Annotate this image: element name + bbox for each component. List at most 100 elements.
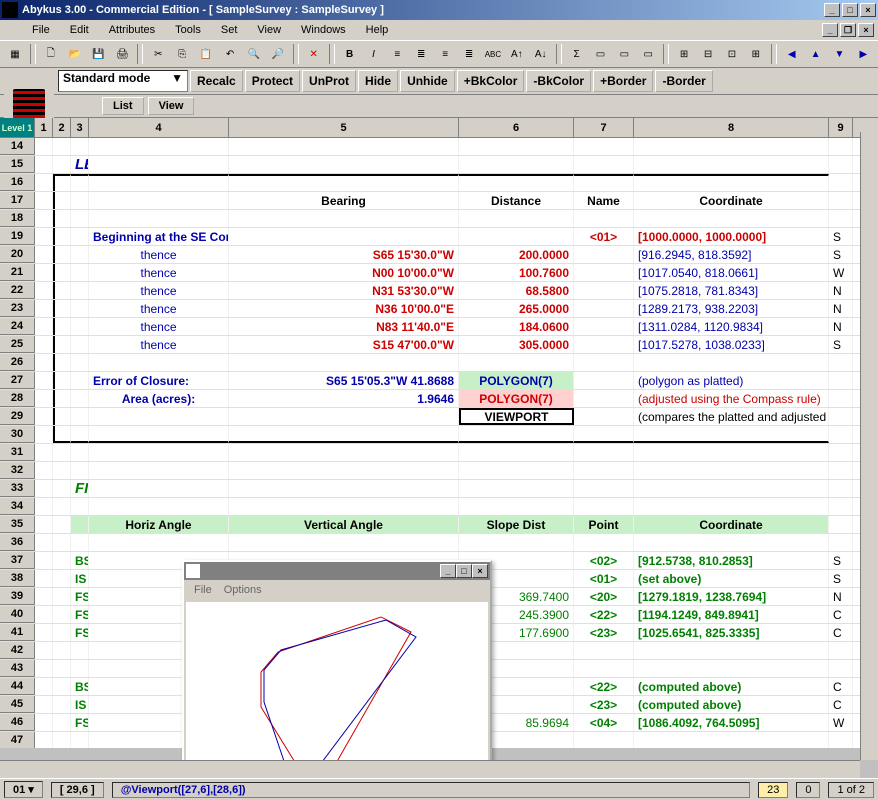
paste-icon[interactable]: 📋 xyxy=(195,43,217,65)
closure-value[interactable]: S65 15'05.3"W 41.8688 xyxy=(229,372,459,389)
cell[interactable] xyxy=(229,534,459,551)
horizontal-scrollbar[interactable] xyxy=(0,760,860,778)
cell[interactable] xyxy=(35,552,53,569)
cell[interactable] xyxy=(53,210,71,227)
row-header[interactable]: 16 xyxy=(0,174,35,191)
cell[interactable] xyxy=(35,282,53,299)
mdi-minimize[interactable]: _ xyxy=(822,23,838,37)
row-24[interactable]: 24thenceN83 11'40.0"E184.0600[1311.0284,… xyxy=(0,318,878,336)
viewport-minimize[interactable]: _ xyxy=(440,564,456,578)
cell[interactable] xyxy=(574,426,634,443)
bkcolor-minus-button[interactable]: -BkColor xyxy=(526,70,591,92)
cell[interactable]: N xyxy=(829,300,853,317)
menu-help[interactable]: Help xyxy=(356,22,399,38)
distance[interactable]: 184.0600 xyxy=(459,318,574,335)
point[interactable]: <04> xyxy=(574,714,634,731)
cell[interactable]: N xyxy=(829,282,853,299)
hide-button[interactable]: Hide xyxy=(358,70,398,92)
hdr-coord[interactable]: Coordinate xyxy=(634,192,829,209)
cell[interactable] xyxy=(574,318,634,335)
bold-icon[interactable]: B xyxy=(339,43,361,65)
cell[interactable] xyxy=(829,372,853,389)
maximize-button[interactable]: □ xyxy=(842,3,858,17)
cell[interactable] xyxy=(35,642,53,659)
level-header[interactable]: Level 1 xyxy=(0,118,35,137)
row-25[interactable]: 25thenceS15 47'00.0"W305.0000[1017.5278,… xyxy=(0,336,878,354)
calc3-icon[interactable]: ▭ xyxy=(637,43,659,65)
cell[interactable] xyxy=(35,192,53,209)
row-header[interactable]: 34 xyxy=(0,498,35,515)
row-header[interactable]: 27 xyxy=(0,372,35,389)
print-icon[interactable]: 🖨 xyxy=(112,43,134,65)
cell[interactable] xyxy=(53,642,71,659)
win1-icon[interactable]: ⊞ xyxy=(673,43,695,65)
point[interactable]: <02> xyxy=(574,552,634,569)
cell[interactable] xyxy=(35,228,53,245)
cell[interactable] xyxy=(71,336,89,353)
row-header[interactable]: 33 xyxy=(0,480,35,497)
align-right-icon[interactable]: ≡ xyxy=(434,43,456,65)
cell[interactable] xyxy=(89,174,229,191)
thence[interactable]: thence xyxy=(89,246,229,263)
cell[interactable] xyxy=(35,318,53,335)
sum-icon[interactable]: Σ xyxy=(566,43,588,65)
italic-icon[interactable]: I xyxy=(363,43,385,65)
note3[interactable]: (compares the platted and adjusted po xyxy=(634,408,829,425)
cell[interactable] xyxy=(574,462,634,479)
cell[interactable] xyxy=(829,354,853,371)
nav-down-icon[interactable]: ▼ xyxy=(829,43,851,65)
cell[interactable] xyxy=(71,246,89,263)
cell[interactable] xyxy=(829,642,853,659)
cell[interactable]: N xyxy=(829,318,853,335)
cell[interactable] xyxy=(35,462,53,479)
col-8[interactable]: 8 xyxy=(634,118,829,137)
row-header[interactable]: 46 xyxy=(0,714,35,731)
cell[interactable] xyxy=(459,444,574,461)
nav-right-icon[interactable]: ▶ xyxy=(852,43,874,65)
cell[interactable] xyxy=(89,192,229,209)
area-value[interactable]: 1.9646 xyxy=(229,390,459,407)
point[interactable]: <22> xyxy=(574,678,634,695)
fs-coord[interactable]: (computed above) xyxy=(634,696,829,713)
cell[interactable] xyxy=(89,408,229,425)
cell[interactable] xyxy=(229,174,459,191)
cell[interactable] xyxy=(35,534,53,551)
cell[interactable] xyxy=(634,534,829,551)
cell[interactable] xyxy=(71,498,89,515)
align-center-icon[interactable]: ≣ xyxy=(410,43,432,65)
cell[interactable]: N xyxy=(829,588,853,605)
viewport-window[interactable]: _ □ × File Options xyxy=(182,560,492,788)
row-21[interactable]: 21thenceN00 10'00.0"W100.7600[1017.0540,… xyxy=(0,264,878,282)
cell[interactable] xyxy=(829,498,853,515)
row-header[interactable]: 22 xyxy=(0,282,35,299)
distance[interactable]: 305.0000 xyxy=(459,336,574,353)
fs-code[interactable]: BS xyxy=(71,552,89,569)
cell[interactable] xyxy=(229,462,459,479)
cell[interactable] xyxy=(35,696,53,713)
polygon-1[interactable]: POLYGON(7) xyxy=(459,372,574,389)
menu-file[interactable]: File xyxy=(22,22,60,38)
cell[interactable] xyxy=(53,714,71,731)
row-14[interactable]: 14 xyxy=(0,138,878,156)
viewport-maximize[interactable]: □ xyxy=(456,564,472,578)
cell[interactable] xyxy=(53,336,71,353)
cell[interactable] xyxy=(829,732,853,748)
cell[interactable] xyxy=(829,480,853,497)
cell[interactable] xyxy=(71,318,89,335)
cell[interactable] xyxy=(229,156,459,173)
point[interactable]: <23> xyxy=(574,696,634,713)
cell[interactable] xyxy=(229,138,459,155)
row-27[interactable]: 27Error of Closure:S65 15'05.3"W 41.8688… xyxy=(0,372,878,390)
cell[interactable] xyxy=(53,444,71,461)
cell[interactable] xyxy=(89,354,229,371)
cell[interactable] xyxy=(574,336,634,353)
row-header[interactable]: 39 xyxy=(0,588,35,605)
cell[interactable] xyxy=(574,390,634,407)
cell[interactable] xyxy=(71,534,89,551)
coord[interactable]: [1017.5278, 1038.0233] xyxy=(634,336,829,353)
cell[interactable] xyxy=(829,138,853,155)
cell[interactable] xyxy=(829,516,853,533)
cell[interactable] xyxy=(634,138,829,155)
hdr-coord2[interactable]: Coordinate xyxy=(634,516,829,533)
mdi-close[interactable]: × xyxy=(858,23,874,37)
